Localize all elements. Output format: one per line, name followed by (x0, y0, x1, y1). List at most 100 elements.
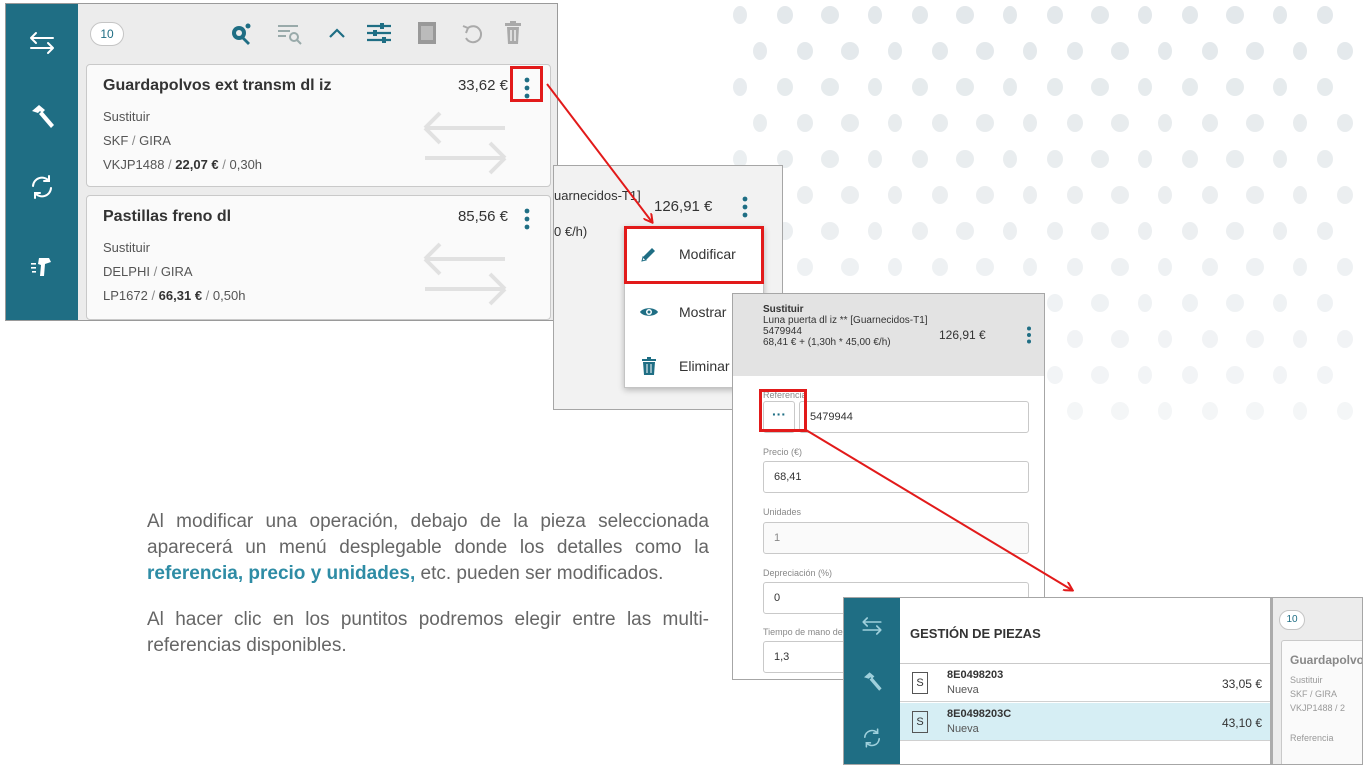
delete-all-button[interactable] (498, 18, 528, 48)
paint-button[interactable] (6, 232, 78, 302)
background-dot (1047, 294, 1063, 312)
background-dot (1111, 42, 1129, 60)
background-dot (733, 78, 747, 96)
background-dot (1182, 294, 1198, 312)
background-dot (1138, 6, 1152, 24)
brand-supplier: DELPHI / GIRA (103, 264, 193, 279)
background-dot (1293, 114, 1307, 132)
kebab-menu-icon[interactable] (1025, 326, 1033, 344)
background-dot (777, 6, 793, 24)
background-dot (932, 42, 948, 60)
background-dot (1138, 366, 1152, 384)
background-dot (912, 6, 928, 24)
background-dot (956, 222, 974, 240)
background-dot (1246, 330, 1264, 348)
part-tag: S (912, 672, 928, 694)
refresh-icon (32, 175, 52, 199)
background-dot (1003, 150, 1017, 168)
trash-icon (642, 357, 656, 375)
operations-panel: 10 Guardapolvos ext transm dl iz 33,62 €… (5, 3, 558, 321)
part-option-row-selected[interactable]: S 8E0498203C Nueva 43,10 € (900, 703, 1270, 741)
repair-button[interactable] (6, 82, 78, 152)
background-dot (868, 222, 882, 240)
list-search-icon (278, 25, 302, 45)
background-dot (1138, 78, 1152, 96)
background-dot (1067, 402, 1083, 420)
background-dot (1091, 366, 1109, 384)
part-name: Luna puerta dl iz ** [Guarnecidos-T1] (763, 315, 928, 326)
background-dot (1182, 366, 1198, 384)
part-option-row[interactable] (900, 742, 1270, 764)
background-dot (797, 114, 813, 132)
operation-name-fragment: uarnecidos-T1] (554, 188, 641, 203)
price-input[interactable]: 68,41 (763, 461, 1029, 493)
swap-button[interactable] (844, 598, 900, 654)
count-badge: 10 (90, 22, 124, 46)
repair-button[interactable] (844, 654, 900, 710)
background-dot (1111, 402, 1129, 420)
swap-button[interactable] (6, 8, 78, 78)
part-name: Guardapolvos (1290, 653, 1363, 667)
background-dot (1337, 186, 1353, 204)
collapse-button[interactable] (322, 18, 352, 48)
background-dot (1202, 114, 1218, 132)
swap-arrows-icon (862, 617, 882, 635)
undo-button[interactable] (458, 18, 488, 48)
tutorial-canvas: 10 Guardapolvos ext transm dl iz 33,62 €… (0, 0, 1363, 765)
left-sidebar (844, 598, 900, 764)
reference-input[interactable]: 5479944 (799, 401, 1029, 433)
refresh-button[interactable] (6, 152, 78, 222)
background-dot (1091, 222, 1109, 240)
search-list-button[interactable] (274, 18, 304, 48)
kebab-menu-icon[interactable] (522, 208, 532, 230)
background-dot (1138, 150, 1152, 168)
units-input[interactable]: 1 (763, 522, 1029, 554)
swap-watermark-icon (423, 242, 507, 306)
background-dot (1226, 150, 1244, 168)
operation-card[interactable]: Guardapolvos ext transm dl iz 33,62 € Su… (86, 64, 551, 187)
left-sidebar (6, 4, 78, 320)
background-dot (956, 78, 974, 96)
eye-icon (640, 308, 658, 316)
search-part-button[interactable] (226, 18, 256, 48)
print-button[interactable] (412, 18, 442, 48)
operation-card[interactable]: Pastillas freno dl 85,56 € Sustituir DEL… (86, 195, 551, 320)
background-dot (1337, 258, 1353, 276)
background-dot (1111, 186, 1129, 204)
background-dot (1317, 6, 1333, 24)
background-dot (868, 6, 882, 24)
background-dot (1047, 150, 1063, 168)
background-dot (956, 6, 974, 24)
background-dot (1317, 366, 1333, 384)
operation-cost-fragment: 0 €/h) (554, 224, 588, 239)
operation-card[interactable]: Guardapolvos Sustituir SKF / GIRA VKJP14… (1281, 640, 1363, 764)
background-dot (976, 186, 994, 204)
background-dot (1202, 186, 1218, 204)
background-dot (1273, 294, 1287, 312)
background-dot (888, 42, 902, 60)
background-dot (1003, 222, 1017, 240)
part-code: 8E0498203C (947, 708, 1012, 720)
trash-icon (505, 21, 521, 44)
filters-button[interactable] (364, 18, 394, 48)
background-dot (1293, 42, 1307, 60)
background-dot (1202, 330, 1218, 348)
form-header: Sustituir Luna puerta dl iz ** [Guarneci… (733, 294, 1044, 376)
background-dot (1067, 258, 1083, 276)
part-price: 43,10 € (1221, 716, 1262, 730)
background-dot (1091, 294, 1109, 312)
undo-icon (462, 25, 483, 44)
background-dot (1273, 78, 1287, 96)
background-dot (1158, 402, 1172, 420)
search-wheel-icon (232, 23, 251, 45)
part-option-row[interactable]: S 8E0498203 Nueva 33,05 € (900, 664, 1270, 702)
background-dot (1182, 222, 1198, 240)
background-dot (1158, 114, 1172, 132)
background-dot (976, 258, 994, 276)
background-dot (1138, 222, 1152, 240)
operation-type: Sustituir (763, 304, 804, 315)
kebab-menu-icon[interactable] (740, 196, 750, 218)
part-tag: S (912, 711, 928, 733)
refresh-button[interactable] (844, 710, 900, 764)
background-dot (1337, 42, 1353, 60)
